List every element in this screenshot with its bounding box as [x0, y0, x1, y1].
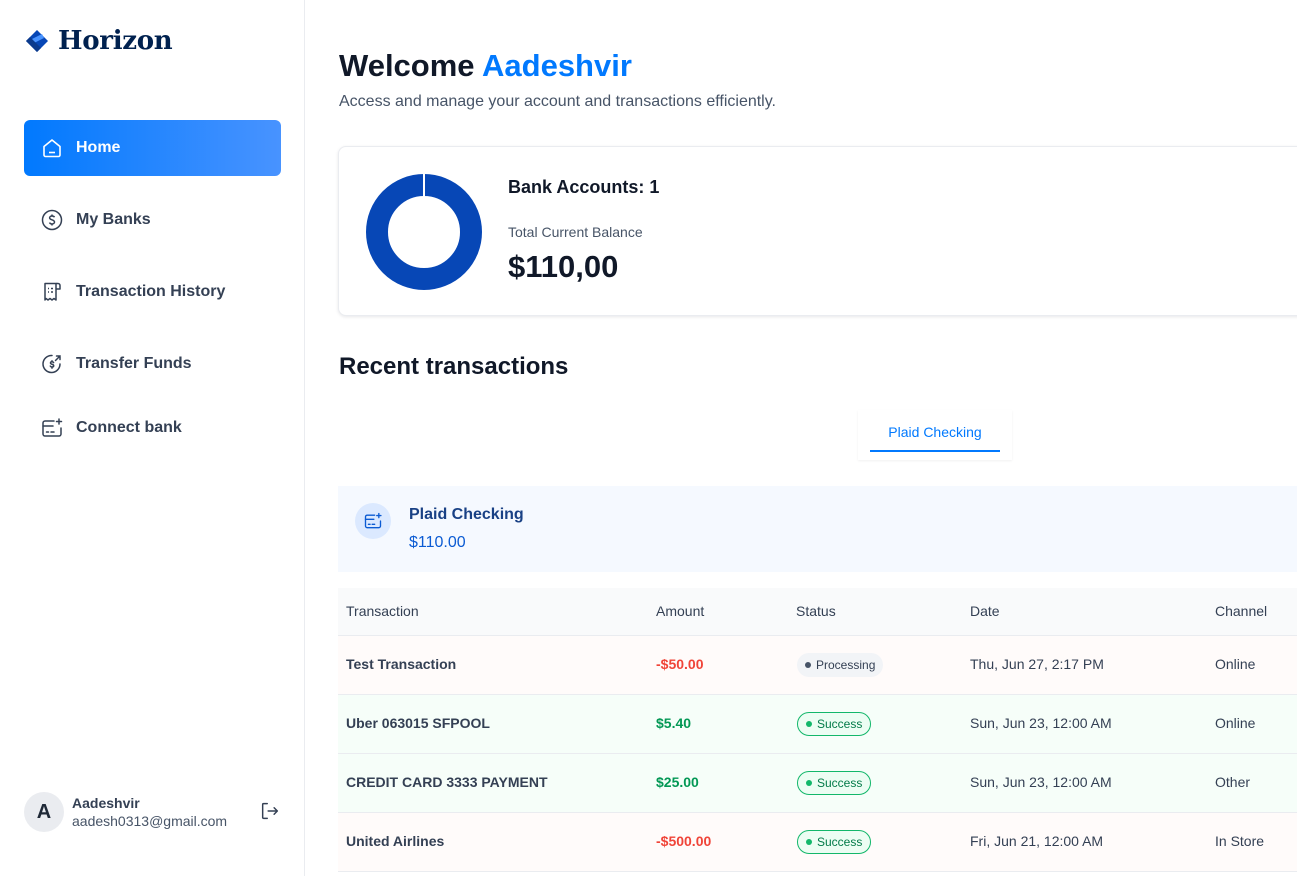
transaction-date: Thu, Jun 27, 2:17 PM — [970, 656, 1104, 672]
status-dot — [806, 780, 812, 786]
transaction-name: Uber 063015 SFPOOL — [346, 715, 490, 731]
balance-donut-chart — [366, 174, 482, 290]
sidebar-item-label: Connect bank — [76, 419, 182, 436]
sidebar-item-transaction-history[interactable]: Transaction History — [24, 264, 281, 320]
sidebar-item-home[interactable]: Home — [24, 120, 281, 176]
transaction-date: Sun, Jun 23, 12:00 AM — [970, 774, 1112, 790]
sidebar-item-label: Transfer Funds — [76, 355, 192, 372]
bank-accounts-count: Bank Accounts: 1 — [508, 177, 660, 197]
card-add-icon — [364, 512, 382, 529]
sidebar-item-my-banks[interactable]: My Banks — [24, 192, 281, 248]
column-header-date: Date — [970, 603, 1000, 619]
app-name: Horizon — [58, 26, 173, 56]
status-dot — [805, 662, 811, 668]
dollar-circle-icon — [41, 209, 63, 231]
transaction-date: Sun, Jun 23, 12:00 AM — [970, 715, 1112, 731]
table-row[interactable]: Uber 063015 SFPOOL $5.40 Success Sun, Ju… — [338, 695, 1297, 754]
welcome-text: Welcome — [339, 48, 475, 83]
bank-balance: $110.00 — [409, 534, 466, 551]
user-email: aadesh0313@gmail.com — [72, 813, 228, 829]
status-badge: Success — [797, 771, 872, 795]
status-label: Success — [817, 776, 863, 790]
page-subtitle: Access and manage your account and trans… — [339, 93, 776, 110]
status-dot — [806, 721, 812, 727]
bank-info-card[interactable]: Plaid Checking $110.00 — [338, 486, 1297, 572]
tab-active-indicator — [870, 450, 1000, 452]
logout-icon[interactable] — [259, 800, 281, 822]
transaction-date: Fri, Jun 21, 12:00 AM — [970, 833, 1104, 849]
user-profile: A Aadeshvir aadesh0313@gmail.com — [24, 788, 281, 836]
table-row[interactable]: CREDIT CARD 3333 PAYMENT $25.00 Success … — [338, 754, 1297, 813]
total-balance-card: Bank Accounts: 1 Total Current Balance $… — [338, 146, 1297, 316]
total-balance-label: Total Current Balance — [508, 224, 643, 240]
column-header-transaction: Transaction — [346, 603, 419, 619]
column-header-status: Status — [796, 603, 836, 619]
column-header-amount: Amount — [656, 603, 705, 619]
transactions-table: Transaction Amount Status Date Channel T… — [338, 588, 1297, 872]
status-badge: Success — [797, 712, 872, 736]
status-label: Processing — [816, 658, 876, 672]
status-label: Success — [817, 717, 863, 731]
status-badge: Processing — [797, 653, 884, 677]
sidebar: Horizon Home My Banks Transaction Histor… — [0, 0, 305, 876]
transaction-amount: $5.40 — [656, 715, 692, 731]
home-icon — [43, 139, 61, 158]
status-label: Success — [817, 835, 863, 849]
transaction-channel: Online — [1215, 715, 1256, 731]
card-add-icon — [42, 418, 63, 437]
sidebar-item-label: My Banks — [76, 211, 151, 228]
sidebar-item-transfer-funds[interactable]: Transfer Funds — [24, 336, 281, 392]
transaction-name: CREDIT CARD 3333 PAYMENT — [346, 774, 548, 790]
transaction-channel: Online — [1215, 656, 1256, 672]
bank-icon-wrapper — [355, 503, 391, 539]
total-balance-value: $110,00 — [508, 249, 619, 284]
welcome-user-name: Aadeshvir — [482, 48, 632, 83]
transaction-amount: -$500.00 — [656, 833, 712, 849]
avatar: A — [24, 792, 64, 832]
donut-segment — [366, 174, 482, 290]
user-name: Aadeshvir — [72, 795, 140, 811]
table-row[interactable]: Test Transaction -$50.00 Processing Thu,… — [338, 636, 1297, 695]
column-header-channel: Channel — [1215, 603, 1268, 619]
sidebar-item-connect-bank[interactable]: Connect bank — [24, 400, 281, 456]
receipt-icon — [44, 282, 61, 301]
bank-name: Plaid Checking — [409, 506, 524, 523]
horizon-logo-icon — [26, 30, 48, 52]
transaction-channel: In Store — [1215, 833, 1265, 849]
transaction-channel: Other — [1215, 774, 1251, 790]
page-title: Welcome Aadeshvir — [339, 48, 632, 84]
tab-label: Plaid Checking — [888, 424, 982, 440]
profile-info: Aadeshvir aadesh0313@gmail.com — [72, 795, 227, 829]
table-header: Transaction Amount Status Date Channel — [338, 588, 1297, 636]
sidebar-item-label: Home — [76, 139, 121, 156]
money-send-icon — [42, 354, 61, 374]
transaction-name: United Airlines — [346, 833, 445, 849]
sidebar-item-label: Transaction History — [76, 283, 226, 300]
transaction-name: Test Transaction — [346, 656, 457, 672]
transaction-amount: $25.00 — [656, 774, 699, 790]
status-dot — [806, 839, 812, 845]
status-badge: Success — [797, 830, 872, 854]
tab-plaid-checking[interactable]: Plaid Checking — [858, 410, 1012, 460]
transaction-amount: -$50.00 — [656, 656, 704, 672]
recent-transactions-title: Recent transactions — [339, 353, 569, 380]
table-row[interactable]: United Airlines -$500.00 Success Fri, Ju… — [338, 813, 1297, 872]
logo[interactable]: Horizon — [24, 26, 173, 56]
